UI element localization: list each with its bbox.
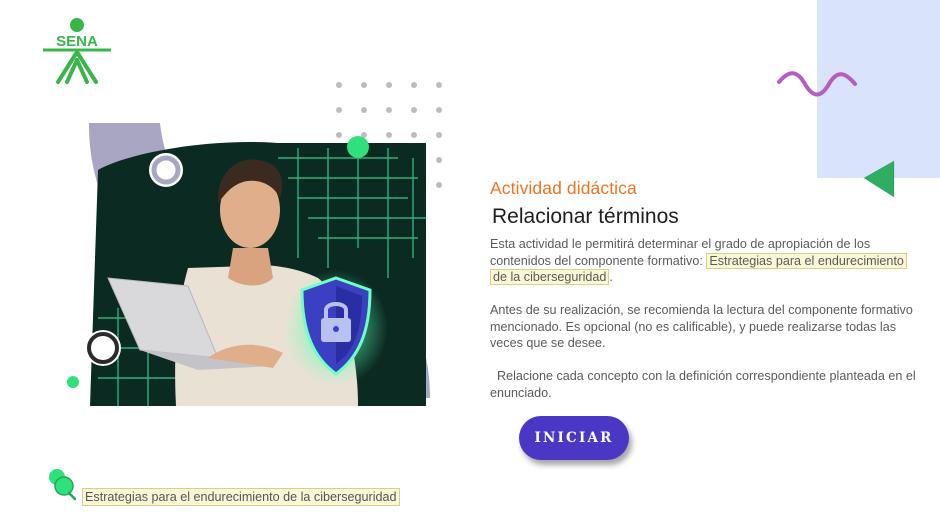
wave-decoration-icon: [777, 71, 857, 97]
sena-logo: SENA: [43, 18, 111, 84]
triangle-decoration-icon: [863, 160, 895, 198]
activity-title: Relacionar términos: [492, 205, 679, 228]
svg-text:SENA: SENA: [56, 33, 98, 50]
pushpin-icon: [49, 469, 77, 501]
description-suffix: .: [609, 270, 613, 284]
start-button[interactable]: INICIAR: [519, 416, 629, 460]
hero-illustration: [67, 123, 430, 407]
activity-description: Esta actividad le permitirá determinar e…: [490, 236, 918, 286]
activity-recommendation: Antes de su realización, se recomienda l…: [490, 303, 913, 350]
activity-instruction: Relacione cada concepto con la definició…: [490, 369, 920, 400]
component-name-tag: Estrategias para el endurecimiento de la…: [82, 488, 400, 506]
activity-type-label: Actividad didáctica: [490, 178, 637, 198]
